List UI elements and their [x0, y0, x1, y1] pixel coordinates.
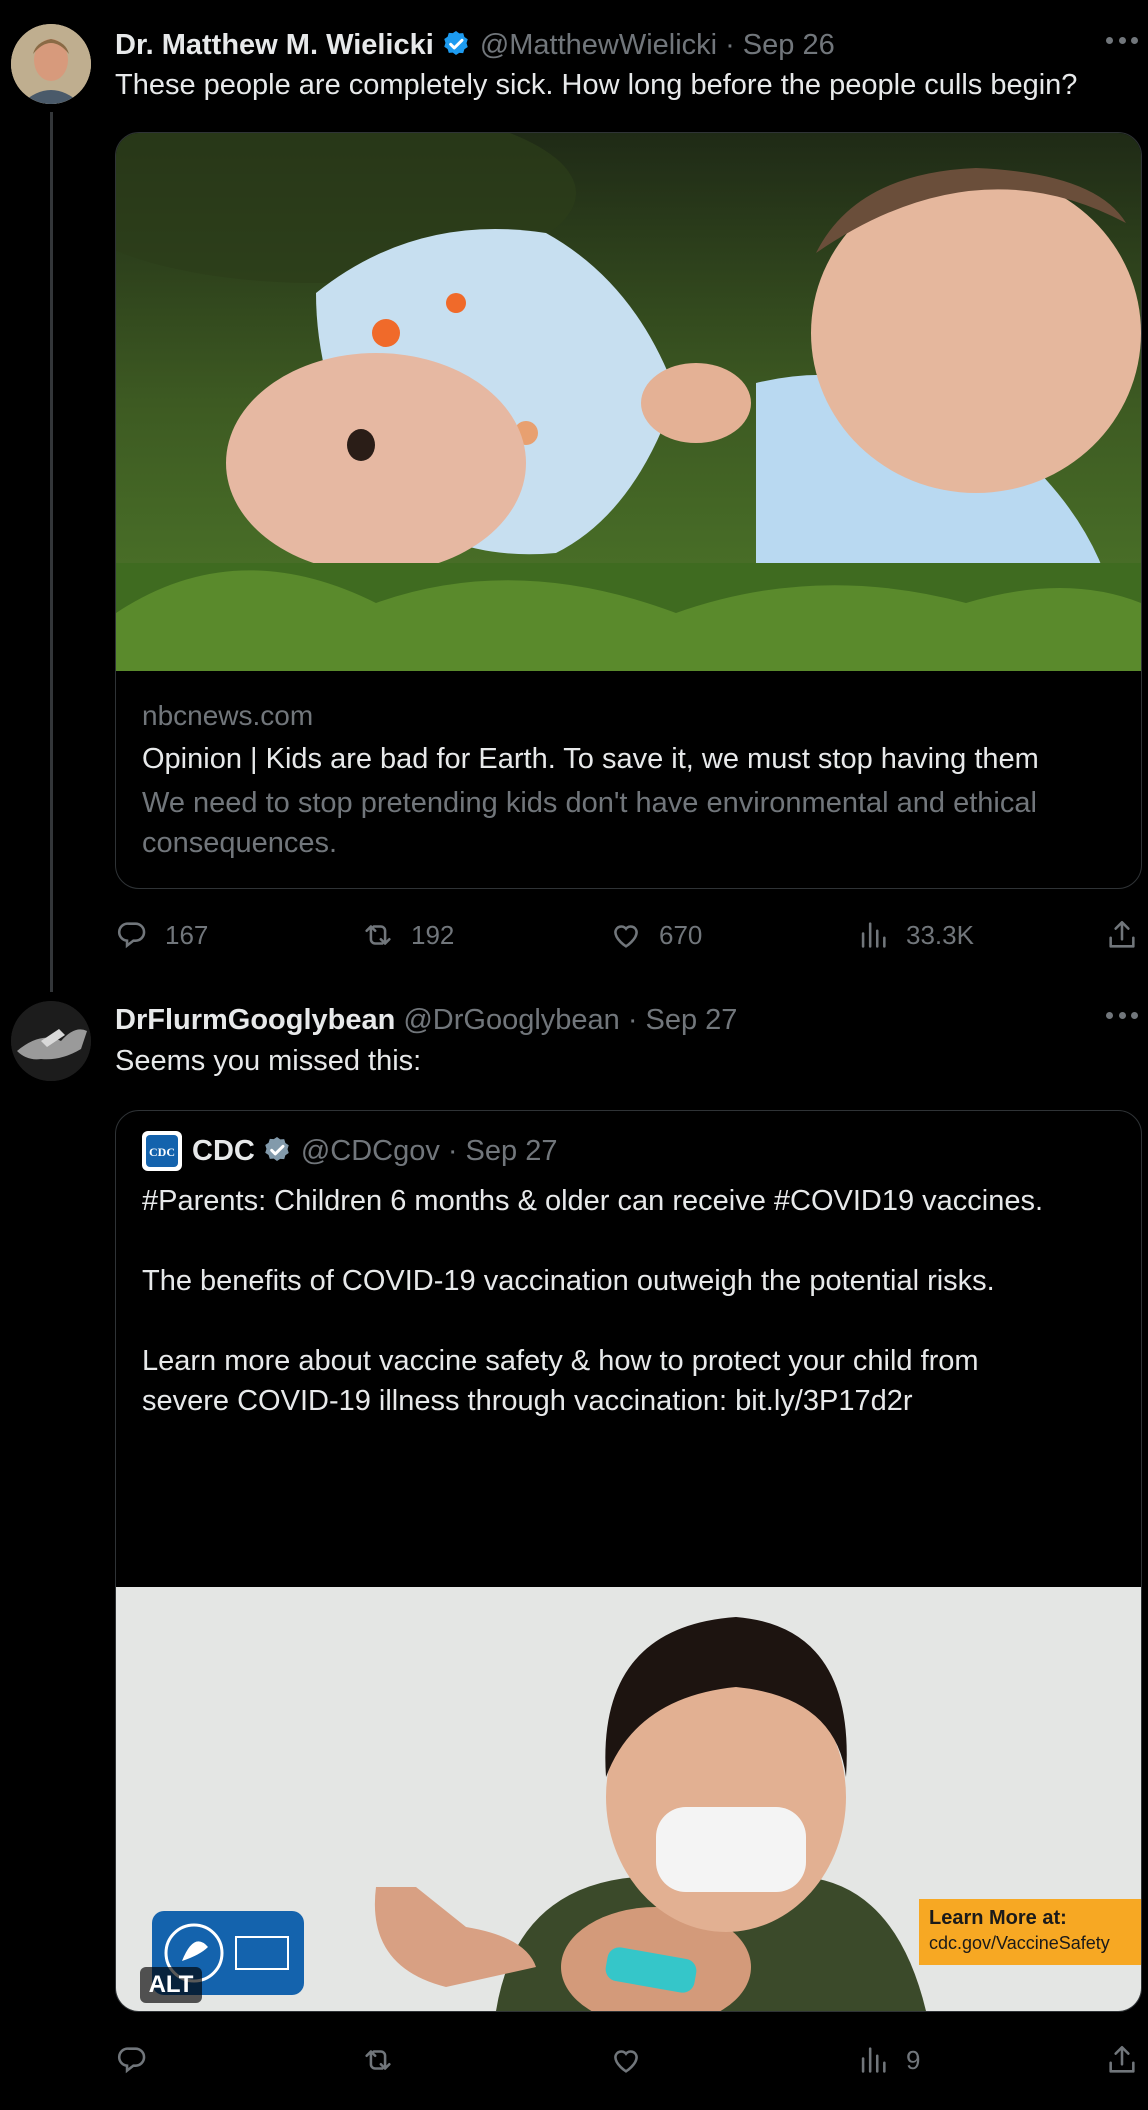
link-card-image[interactable] [116, 133, 1141, 671]
quote-text: #Parents: Children 6 months & older can … [142, 1181, 1122, 1421]
repost-button[interactable]: 192 [361, 915, 454, 955]
repost-icon [365, 925, 391, 945]
author-name[interactable]: DrFlurmGooglybean [115, 1004, 395, 1037]
action-bar: 167 192 670 33.3K [115, 915, 1145, 955]
quote-author-name[interactable]: CDC [192, 1135, 255, 1168]
promo-box: Learn More at: cdc.gov/VaccineSafety [919, 1899, 1141, 1965]
views-count: 33.3K [906, 919, 974, 950]
share-icon [1109, 2045, 1135, 2073]
reply-button[interactable] [115, 2040, 149, 2080]
views-button[interactable]: 33.3K [856, 915, 974, 955]
repost-button[interactable] [361, 2040, 395, 2080]
views-icon [861, 2047, 886, 2073]
avatar[interactable] [11, 24, 91, 104]
separator: · [725, 28, 735, 61]
views-count: 9 [906, 2044, 921, 2075]
share-button[interactable] [1105, 915, 1139, 955]
cdc-logo-text: CDC [149, 1145, 175, 1159]
verified-badge-icon [440, 29, 472, 61]
author-handle[interactable]: @DrGooglybean [403, 1004, 619, 1037]
author-name[interactable]: Dr. Matthew M. Wielicki [115, 29, 434, 62]
share-icon [1109, 920, 1135, 948]
quote-header: CDC CDC @CDCgov · Sep 27 [142, 1131, 557, 1171]
link-domain: nbcnews.com [142, 700, 314, 731]
tweet-text: Seems you missed this: [115, 1045, 422, 1077]
avatar[interactable] [11, 1001, 91, 1081]
author-handle[interactable]: @MatthewWielicki [480, 29, 717, 62]
views-button[interactable]: 9 [856, 2040, 920, 2080]
more-icon[interactable] [1106, 1005, 1138, 1025]
tweet-text: These people are completely sick. How lo… [115, 69, 1078, 101]
action-bar: 9 [115, 2040, 1145, 2080]
tweet[interactable]: DrFlurmGooglybean @DrGooglybean · Sep 27… [0, 980, 1148, 2110]
avatar[interactable]: CDC [142, 1131, 182, 1171]
reply-count: 167 [165, 919, 209, 950]
quote-date[interactable]: Sep 27 [466, 1135, 558, 1168]
link-card[interactable]: nbcnews.com Opinion | Kids are bad for E… [115, 132, 1142, 889]
link-card-body: nbcnews.com Opinion | Kids are bad for E… [142, 698, 1122, 863]
quote-line: severe COVID-19 illness through vaccinat… [142, 1385, 913, 1417]
share-button[interactable] [1105, 2040, 1139, 2080]
repost-count: 192 [411, 919, 455, 950]
quote-line: #Parents: Children 6 months & older can … [142, 1185, 1044, 1217]
promo-link: cdc.gov/VaccineSafety [929, 1933, 1110, 1953]
like-count: 670 [659, 919, 703, 950]
more-icon[interactable] [1106, 30, 1138, 50]
like-icon [614, 925, 638, 948]
link-description: We need to stop pretending kids don't ha… [142, 787, 1037, 859]
tweet[interactable]: Dr. Matthew M. Wielicki @MatthewWielicki… [0, 0, 1148, 992]
views-icon [861, 922, 886, 948]
quote-line: Learn more about vaccine safety & how to… [142, 1345, 979, 1377]
alt-badge[interactable]: ALT [140, 1967, 202, 2003]
like-icon [614, 2050, 638, 2073]
link-title: Opinion | Kids are bad for Earth. To sav… [142, 743, 1039, 775]
separator: · [627, 1003, 638, 1036]
like-button[interactable]: 670 [609, 915, 702, 955]
quote-line: The benefits of COVID-19 vaccination out… [142, 1265, 995, 1297]
separator: · [447, 1134, 458, 1167]
reply-icon [117, 2047, 146, 2074]
thread-connector [50, 112, 53, 992]
reply-button[interactable]: 167 [115, 915, 208, 955]
quote-author-handle[interactable]: @CDCgov [301, 1135, 440, 1168]
reply-icon [117, 922, 146, 949]
gov-verified-badge-icon [261, 1135, 293, 1167]
tweet-header: DrFlurmGooglybean @DrGooglybean · Sep 27 [115, 1000, 737, 1040]
quote-tweet[interactable]: CDC CDC @CDCgov · Sep 27 #Parents: Child… [115, 1110, 1142, 2012]
like-button[interactable] [609, 2040, 643, 2080]
repost-icon [365, 2050, 391, 2070]
tweet-header: Dr. Matthew M. Wielicki @MatthewWielicki… [115, 25, 835, 65]
tweet-date[interactable]: Sep 26 [743, 29, 835, 62]
promo-line: Learn More at: [929, 1907, 1067, 1929]
tweet-date[interactable]: Sep 27 [645, 1004, 737, 1037]
